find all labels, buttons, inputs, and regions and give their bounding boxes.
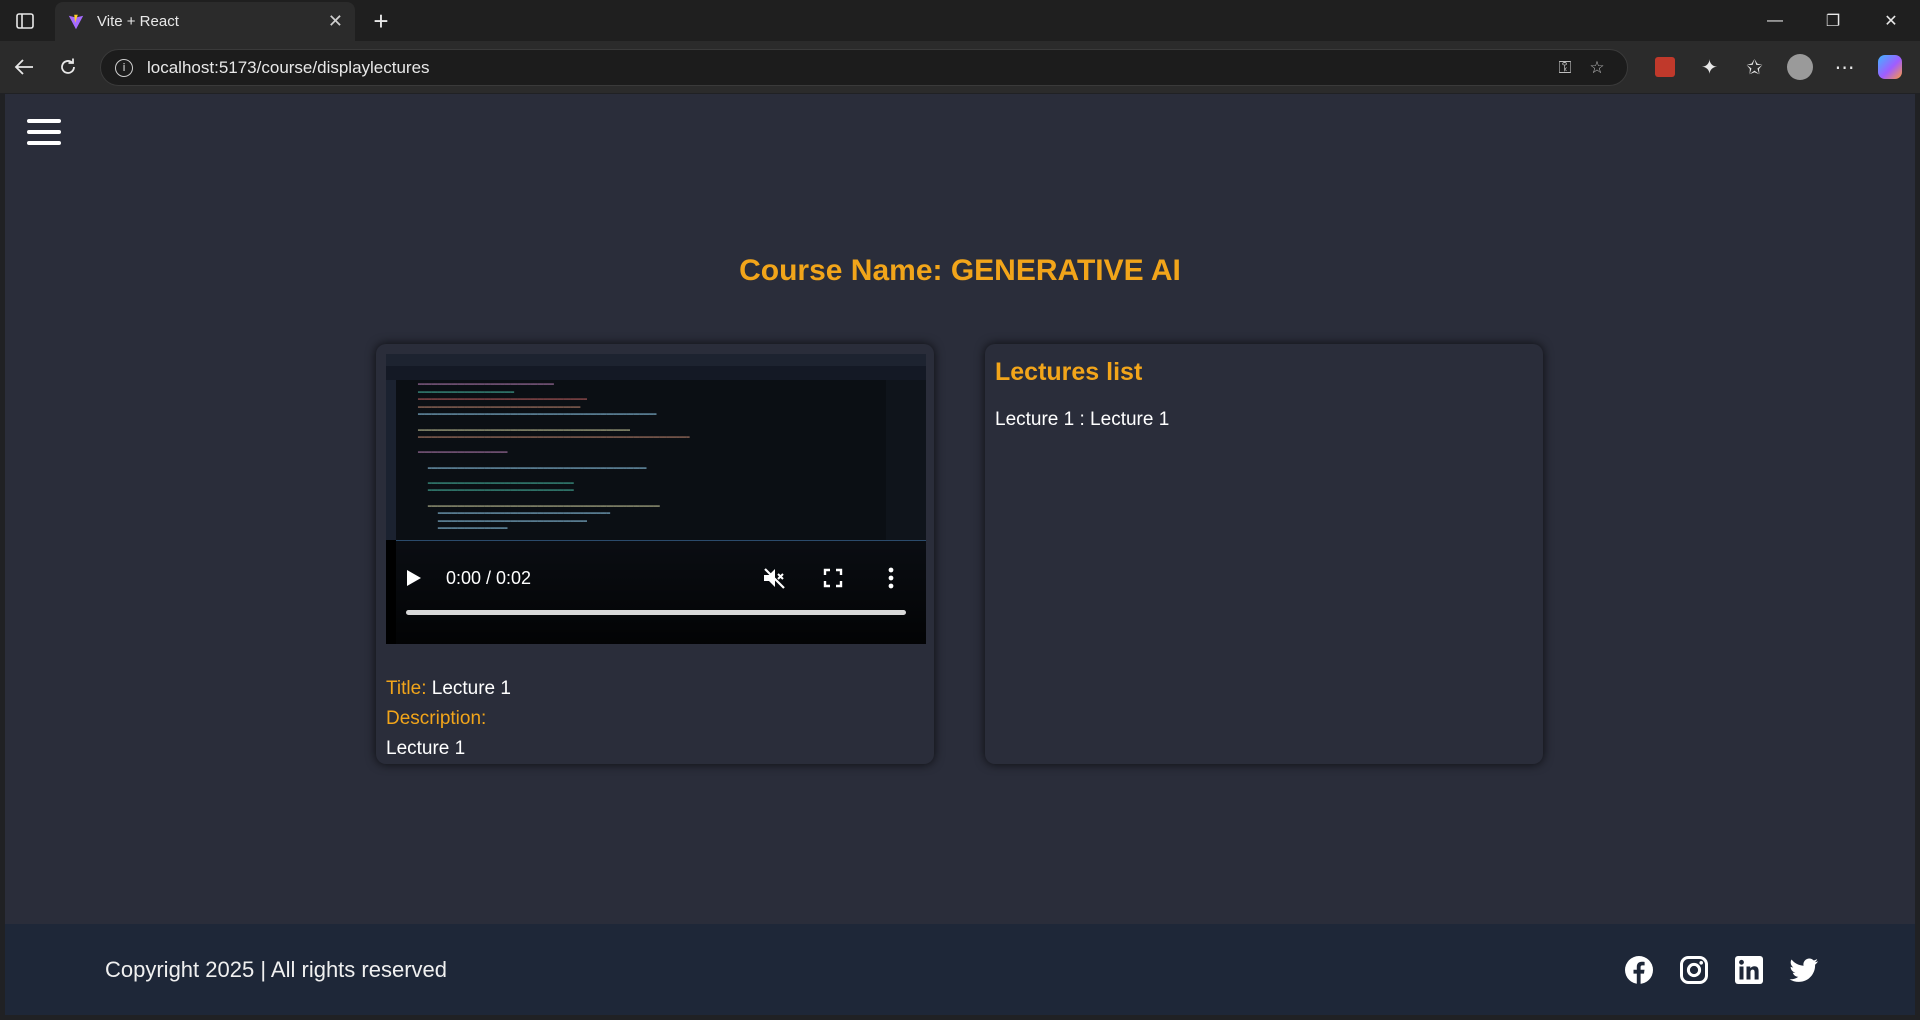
close-window-button[interactable]: ✕ [1862,0,1920,41]
hamburger-bar [27,130,61,134]
page-footer: Copyright 2025 | All rights reserved [5,924,1915,1015]
reload-button[interactable] [46,47,90,87]
page-viewport: Course Name: GENERATIVE AI ━━━━━━━━━━━━━… [5,94,1915,1015]
hamburger-bar [27,119,61,123]
more-menu-icon[interactable]: ⋯ [1822,47,1867,87]
new-tab-button[interactable]: + [366,6,396,36]
video-frame-minimap [886,380,926,540]
lecture-list-item[interactable]: Lecture 1 : Lecture 1 [995,409,1533,431]
reload-icon [61,58,75,74]
restore-button[interactable]: ❐ [1804,0,1862,41]
browser-toolbar: i localhost:5173/course/displaylectures … [0,41,1920,93]
back-button[interactable] [2,47,46,87]
minimize-button[interactable]: — [1746,0,1804,41]
play-icon[interactable] [406,569,422,587]
extension-red-icon[interactable] [1642,47,1687,87]
hamburger-bar [27,141,61,145]
tab-close-icon[interactable]: ✕ [328,11,343,32]
toolbar-right-actions: ✦ ✩ ⋯ [1642,47,1912,87]
extensions-puzzle-icon[interactable]: ✦ [1687,47,1732,87]
muted-speaker-icon[interactable] [762,567,786,589]
fullscreen-icon[interactable] [823,568,843,588]
copyright-text: Copyright 2025 | All rights reserved [105,956,447,982]
lecture-title-label: Title: [386,678,427,699]
copilot-icon[interactable] [1867,47,1912,87]
sidebar-icon [16,12,34,29]
facebook-icon[interactable] [1624,955,1654,985]
lecture-title-value: Lecture 1 [431,678,511,699]
tab-title: Vite + React [97,13,179,30]
instagram-icon[interactable] [1679,955,1709,985]
favorite-star-icon[interactable]: ☆ [1581,58,1613,78]
lecture-details: Title: Lecture 1 Description: Lecture 1 [386,674,924,764]
address-bar[interactable]: i localhost:5173/course/displaylectures … [100,49,1628,86]
site-info-icon[interactable]: i [115,58,133,77]
lecture-title-row: Title: Lecture 1 [386,674,924,704]
profile-avatar-icon[interactable] [1777,47,1822,87]
lecture-description-value: Lecture 1 [386,738,466,759]
url-text[interactable]: localhost:5173/course/displaylectures [147,58,1549,78]
video-frame-activitybar [386,380,396,540]
linkedin-icon[interactable] [1734,955,1764,985]
video-seek-bar[interactable] [406,610,906,615]
video-frame-code: ━━━━━━━━━━━━━━━━━━━━━━━━━━━━━━━━━━━━━━━━… [396,380,886,540]
password-key-icon[interactable]: ⚿ [1549,58,1581,78]
course-title: Course Name: GENERATIVE AI [739,254,1181,287]
social-links [1624,955,1819,985]
lectures-list-heading: Lectures list [995,358,1143,386]
tab-actions-button[interactable] [0,0,50,41]
back-arrow-icon [14,59,33,75]
video-frame-titlebar [386,354,926,366]
menu-hamburger-icon[interactable] [27,119,61,145]
video-time-display: 0:00 / 0:02 [446,568,532,588]
browser-tab-bar: Vite + React ✕ + — ❐ ✕ [0,0,1920,41]
lecture-video-card: ━━━━━━━━━━━━━━━━━━━━━━━━━━━━━━━━━━━━━━━━… [376,344,934,764]
lecture-description-label: Description: [386,708,487,729]
twitter-icon[interactable] [1789,955,1819,985]
lectures-list-card: Lectures list Lecture 1 : Lecture 1 [985,344,1543,764]
vite-logo-icon [68,14,84,29]
video-frame-tabs [386,366,926,380]
browser-tab-active[interactable]: Vite + React ✕ [55,2,355,41]
lecture-video-player[interactable]: ━━━━━━━━━━━━━━━━━━━━━━━━━━━━━━━━━━━━━━━━… [386,354,926,644]
more-options-icon[interactable] [886,567,896,589]
favorites-icon[interactable]: ✩ [1732,47,1777,87]
video-controls-overlay [386,544,926,644]
window-controls: — ❐ ✕ [1746,0,1920,41]
